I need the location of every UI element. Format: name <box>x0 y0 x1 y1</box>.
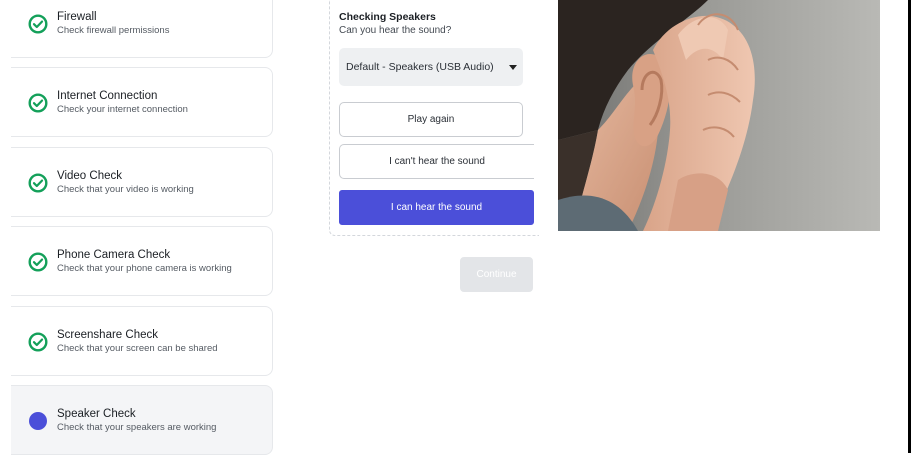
play-again-button[interactable]: Play again <box>339 102 523 137</box>
cant-hear-button[interactable]: I can't hear the sound <box>339 144 534 179</box>
step-subtitle: Check that your video is working <box>57 184 194 195</box>
step-firewall[interactable]: Firewall Check firewall permissions <box>11 0 273 58</box>
panel-question: Can you hear the sound? <box>339 25 452 36</box>
check-circle-icon <box>28 332 48 352</box>
selected-device: Default - Speakers (USB Audio) <box>346 61 494 73</box>
step-screenshare-check[interactable]: Screenshare Check Check that your screen… <box>11 306 273 376</box>
step-title: Speaker Check <box>57 408 136 420</box>
step-video-check[interactable]: Video Check Check that your video is wor… <box>11 147 273 217</box>
step-subtitle: Check firewall permissions <box>57 25 170 36</box>
step-subtitle: Check that your phone camera is working <box>57 263 232 274</box>
check-circle-icon <box>28 93 48 113</box>
step-speaker-check[interactable]: Speaker Check Check that your speakers a… <box>11 385 273 455</box>
step-subtitle: Check that your screen can be shared <box>57 343 218 354</box>
step-title: Internet Connection <box>57 90 158 102</box>
step-subtitle: Check your internet connection <box>57 104 188 115</box>
step-subtitle: Check that your speakers are working <box>57 422 217 433</box>
step-phone-camera-check[interactable]: Phone Camera Check Check that your phone… <box>11 226 273 296</box>
speaker-device-select[interactable]: Default - Speakers (USB Audio) <box>339 48 523 86</box>
check-circle-icon <box>28 14 48 34</box>
check-circle-icon <box>28 173 48 193</box>
progress-dot-icon <box>29 412 47 430</box>
step-title: Video Check <box>57 170 122 182</box>
step-title: Phone Camera Check <box>57 249 171 261</box>
listening-ear-image <box>558 0 880 231</box>
caret-down-icon <box>509 65 517 70</box>
panel-title: Checking Speakers <box>339 11 436 23</box>
step-title: Firewall <box>57 11 97 23</box>
check-circle-icon <box>28 252 48 272</box>
continue-button[interactable]: Continue <box>460 257 533 292</box>
step-title: Screenshare Check <box>57 329 158 341</box>
can-hear-button[interactable]: I can hear the sound <box>339 190 534 225</box>
step-internet-connection[interactable]: Internet Connection Check your internet … <box>11 67 273 137</box>
